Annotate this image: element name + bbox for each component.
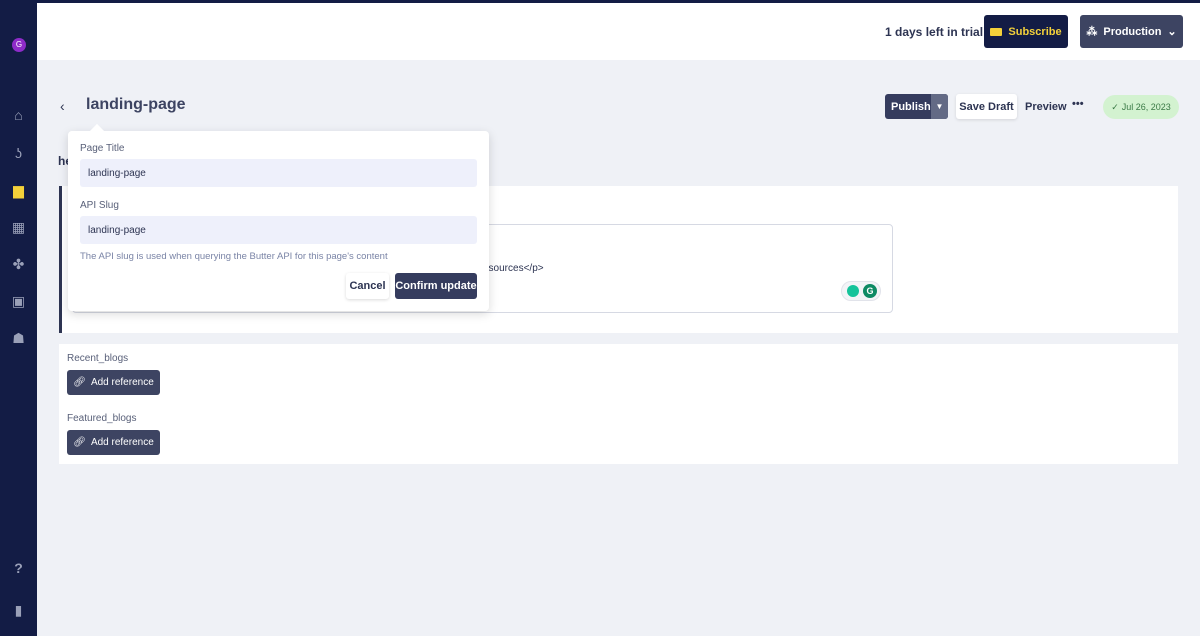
grammarly-icon[interactable]: G	[863, 284, 877, 298]
page-title[interactable]: landing-page	[86, 96, 186, 114]
home-icon[interactable]: ⌂	[10, 107, 27, 124]
blog-icon[interactable]: ʖ	[10, 145, 27, 162]
back-chevron-icon[interactable]: ‹	[60, 98, 65, 114]
publish-label: Publish	[891, 100, 931, 113]
environment-label: Production	[1103, 25, 1162, 38]
collections-icon[interactable]: ▦	[10, 219, 27, 236]
media-icon[interactable]: ▣	[10, 293, 27, 310]
bulb-icon[interactable]	[847, 285, 859, 297]
more-options-icon[interactable]: •••	[1072, 98, 1084, 110]
publish-button[interactable]: Publish ▼	[885, 94, 948, 119]
trial-status: 1 days left in trial	[885, 25, 984, 39]
subscribe-label: Subscribe	[1008, 25, 1062, 38]
api-slug-hint: The API slug is used when querying the B…	[80, 251, 388, 262]
sidebar: G ⌂ ʖ ▆ ▦ ✤ ▣ ☗ ? ▮	[0, 0, 37, 636]
link-icon: 🔗︎	[73, 377, 86, 388]
api-slug-input[interactable]	[80, 216, 477, 244]
preview-link[interactable]: Preview	[1025, 101, 1067, 113]
save-draft-button[interactable]: Save Draft	[956, 94, 1017, 119]
link-icon: 🔗︎	[73, 437, 86, 448]
cancel-button[interactable]: Cancel	[346, 273, 389, 299]
field-label-recent-blogs: Recent_blogs	[67, 353, 129, 364]
page-title-label: Page Title	[80, 143, 125, 154]
caret-down-icon[interactable]: ▼	[931, 94, 948, 119]
published-date-badge: ✓ Jul 26, 2023	[1103, 95, 1179, 119]
subscribe-button[interactable]: Subscribe	[984, 15, 1068, 48]
avatar[interactable]: G	[12, 38, 26, 52]
date-text: Jul 26, 2023	[1121, 102, 1171, 112]
edit-page-popover: Page Title API Slug The API slug is used…	[68, 131, 489, 311]
grammarly-widget[interactable]: G	[841, 281, 881, 301]
add-reference-label: Add reference	[90, 437, 154, 448]
page-title-input[interactable]	[80, 159, 477, 187]
add-reference-label: Add reference	[90, 377, 154, 388]
textarea-text: esources</p>	[483, 263, 544, 274]
add-reference-button[interactable]: 🔗︎ Add reference	[67, 430, 160, 455]
confirm-update-button[interactable]: Confirm update	[395, 273, 477, 299]
environment-dropdown[interactable]: ⁂ Production ⌄	[1080, 15, 1183, 48]
components-icon[interactable]: ✤	[10, 256, 27, 273]
help-icon[interactable]: ?	[10, 560, 27, 577]
api-slug-label: API Slug	[80, 200, 119, 211]
card-icon	[990, 27, 1003, 36]
hierarchy-icon: ⁂	[1086, 26, 1098, 38]
docs-icon[interactable]: ▮	[10, 602, 27, 619]
references-card	[59, 344, 1178, 464]
add-reference-button[interactable]: 🔗︎ Add reference	[67, 370, 160, 395]
field-label-featured-blogs: Featured_blogs	[67, 413, 137, 424]
pages-icon[interactable]: ▆	[10, 182, 27, 199]
check-icon: ✓	[1111, 101, 1119, 112]
chevron-down-icon: ⌄	[1167, 26, 1177, 38]
users-icon[interactable]: ☗	[10, 330, 27, 347]
